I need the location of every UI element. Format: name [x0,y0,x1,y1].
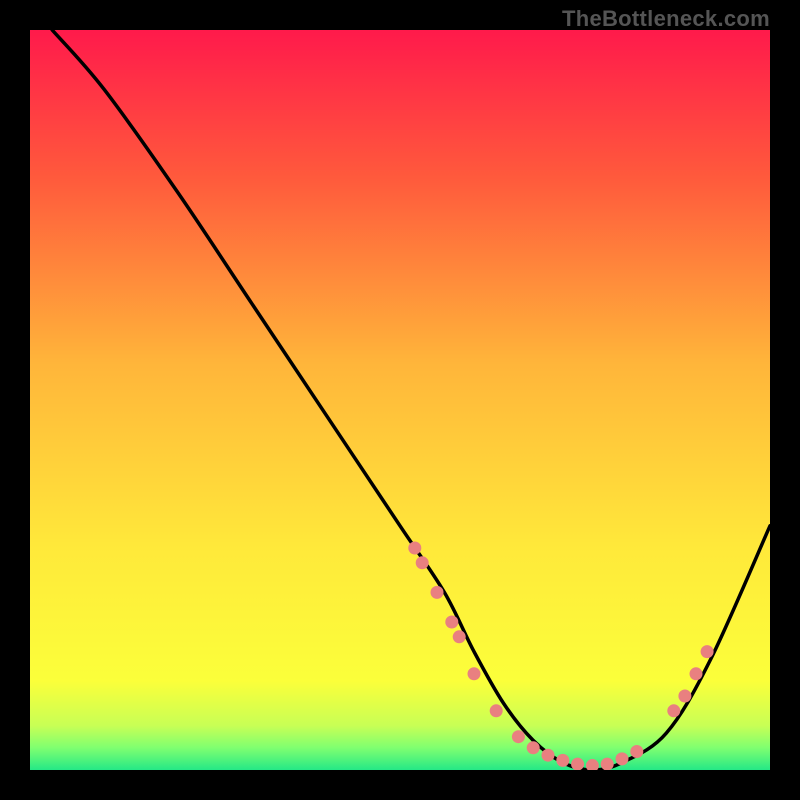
marker-dot [542,749,555,762]
marker-dot [556,754,569,767]
marker-dot [616,752,629,765]
marker-dot [453,630,466,643]
marker-dot [490,704,503,717]
marker-dot [416,556,429,569]
marker-dot [630,745,643,758]
marker-dot [667,704,680,717]
marker-dot [527,741,540,754]
watermark-text: TheBottleneck.com [562,6,770,32]
marker-dot [601,758,614,770]
marker-dot [701,645,714,658]
marker-dot [678,690,691,703]
marker-dot [408,542,421,555]
marker-dot [468,667,481,680]
marker-dot [571,758,584,770]
chart-svg [30,30,770,770]
marker-dot [512,730,525,743]
chart-frame: TheBottleneck.com [0,0,800,800]
marker-dot [431,586,444,599]
plot-area [30,30,770,770]
marker-dot [445,616,458,629]
marker-dot [690,667,703,680]
